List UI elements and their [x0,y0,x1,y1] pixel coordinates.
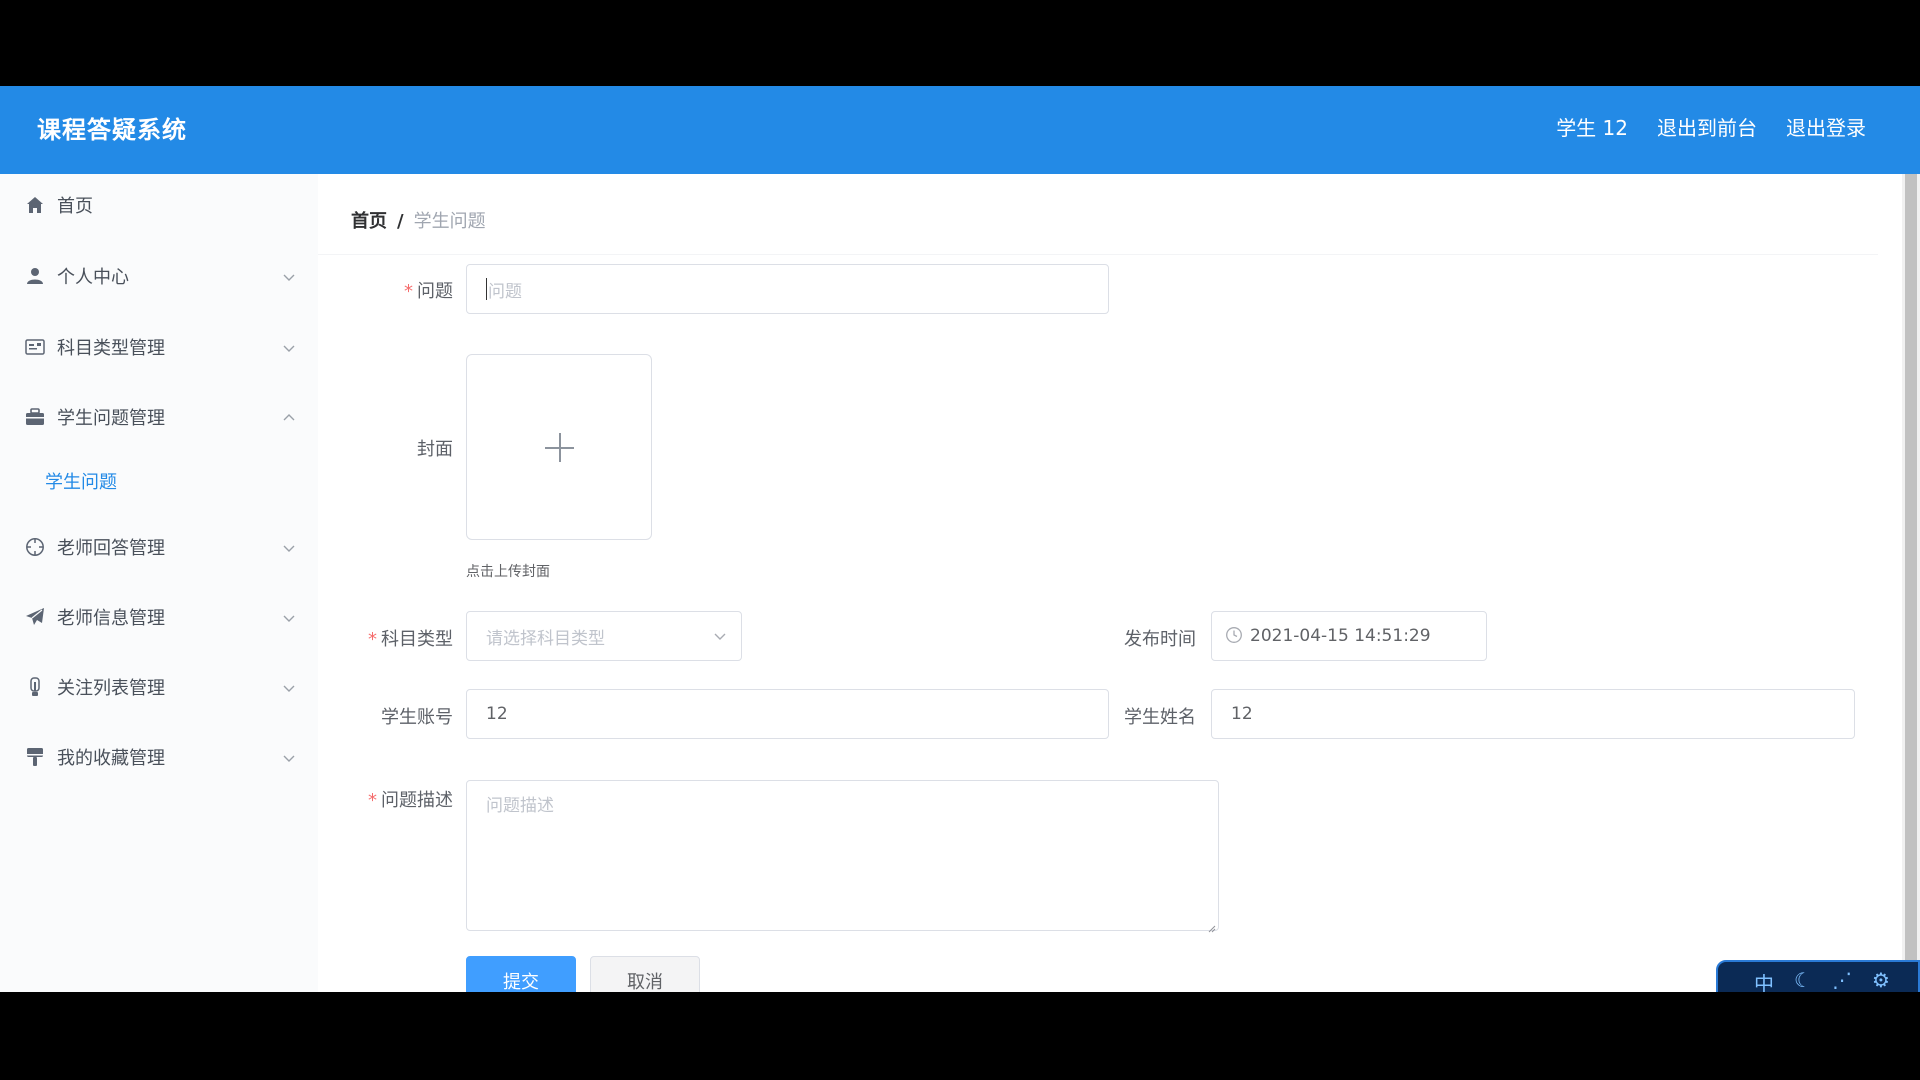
required-mark: * [404,281,413,302]
app-window: 课程答疑系统 学生 12 退出到前台 退出登录 首页 个人中心 科目类型管理 学… [0,86,1920,992]
sidebar-item-label: 首页 [57,196,93,217]
gear-icon[interactable]: ⚙ [1872,968,1890,992]
question-label: * 问题 [404,281,453,302]
ime-mode-indicator[interactable]: 中 [1754,968,1774,992]
question-input[interactable]: 问题 [466,264,1109,314]
publish-time-input[interactable]: 2021-04-15 14:51:29 [1211,611,1487,661]
publish-time-value: 2021-04-15 14:51:29 [1250,626,1431,646]
chevron-down-icon [713,628,727,642]
text-caret [486,278,487,300]
plus-icon-vertical [559,433,561,462]
chevron-down-icon [282,680,296,694]
subject-placeholder: 请选择科目类型 [486,628,605,649]
sidebar-item-label: 我的收藏管理 [57,748,165,769]
required-mark: * [368,790,377,811]
chevron-down-icon [282,610,296,624]
cancel-button[interactable]: 取消 [590,956,700,992]
student-name-label: 学生姓名 [1124,707,1196,728]
chevron-down-icon [282,750,296,764]
subject-select[interactable]: 请选择科目类型 [466,611,742,661]
breadcrumb: 首页 / 学生问题 [351,207,486,233]
sidebar-item-teacher-answer[interactable]: 老师回答管理 [0,522,318,572]
breadcrumb-separator: / [397,211,404,232]
brush-icon [25,747,45,767]
sidebar-item-personal-center[interactable]: 个人中心 [0,251,318,301]
student-name-value: 12 [1231,704,1253,724]
sidebar-subitem-label: 学生问题 [45,472,117,493]
share-icon[interactable]: ⋰ [1832,968,1852,992]
required-mark: * [368,629,377,650]
header-nav: 学生 12 退出到前台 退出登录 [1556,112,1866,141]
sidebar-item-home[interactable]: 首页 [0,180,318,230]
user-icon [25,266,45,286]
sidebar-item-follow-list[interactable]: 关注列表管理 [0,662,318,712]
sidebar-item-teacher-info[interactable]: 老师信息管理 [0,592,318,642]
cover-label: 封面 [417,439,453,460]
app-title: 课程答疑系统 [37,116,187,144]
sidebar-item-label: 老师信息管理 [57,608,165,629]
exit-to-frontend-link[interactable]: 退出到前台 [1657,112,1757,141]
breadcrumb-home[interactable]: 首页 [351,211,387,232]
sidebar-item-label: 个人中心 [57,267,129,288]
sidebar-item-label: 关注列表管理 [57,678,165,699]
resize-handle-icon[interactable] [1206,918,1216,933]
sidebar-item-student-question[interactable]: 学生问题管理 [0,392,318,442]
id-card-icon [25,337,45,357]
briefcase-icon [25,407,45,427]
chevron-down-icon [282,540,296,554]
sidebar-item-my-favorites[interactable]: 我的收藏管理 [0,732,318,782]
chevron-up-icon [282,410,296,424]
student-account-input[interactable]: 12 [466,689,1109,739]
question-placeholder: 问题 [488,281,522,302]
sidebar-item-label: 学生问题管理 [57,408,165,429]
description-label: * 问题描述 [368,790,453,811]
home-icon [25,195,45,215]
breadcrumb-divider [318,254,1878,255]
moon-icon[interactable]: ☾ [1794,968,1812,992]
description-placeholder: 问题描述 [486,796,554,816]
current-user-link[interactable]: 学生 12 [1556,112,1628,141]
student-name-input[interactable]: 12 [1211,689,1855,739]
ime-toolbar[interactable]: 中 ☾ ⋰ ⚙ [1716,960,1920,992]
sidebar-item-label: 老师回答管理 [57,538,165,559]
publish-time-label: 发布时间 [1124,629,1196,650]
paper-plane-icon [25,607,45,627]
chevron-down-icon [282,269,296,283]
letterbox-top [0,0,1920,86]
sidebar-item-subject-type[interactable]: 科目类型管理 [0,322,318,372]
logout-link[interactable]: 退出登录 [1786,112,1866,141]
scrollbar[interactable] [1902,174,1920,992]
student-account-label: 学生账号 [381,707,453,728]
submit-button[interactable]: 提交 [466,956,576,992]
scrollbar-thumb[interactable] [1905,174,1917,992]
breadcrumb-current: 学生问题 [413,211,486,232]
description-textarea[interactable]: 问题描述 [466,780,1219,933]
subject-label: * 科目类型 [368,629,453,650]
letterbox-bottom [0,992,1920,1080]
compass-icon [25,537,45,557]
sidebar-item-label: 科目类型管理 [57,338,165,359]
chevron-down-icon [282,340,296,354]
clock-icon [1225,626,1243,644]
top-header: 课程答疑系统 学生 12 退出到前台 退出登录 [0,86,1920,174]
cover-upload-tip: 点击上传封面 [466,564,550,580]
sidebar: 首页 个人中心 科目类型管理 学生问题管理 学生问题 老师回答管理 老师信息管理… [0,174,318,992]
student-account-value: 12 [486,704,508,724]
main-content: 首页 / 学生问题 * 问题 问题 封面 点击上传封面 * 科目类型 请选择科目类型 [318,174,1902,992]
sidebar-subitem-student-question[interactable]: 学生问题 [0,456,318,502]
cover-upload-box[interactable] [466,354,652,540]
thermometer-icon [25,677,45,697]
